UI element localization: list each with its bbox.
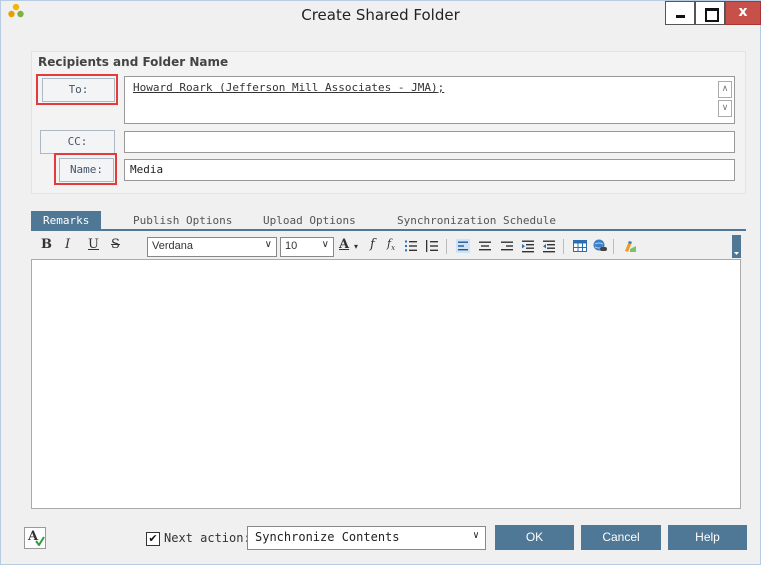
- tab-remarks[interactable]: Remarks: [31, 211, 102, 231]
- checkmark-icon: [35, 536, 45, 546]
- font-family-select[interactable]: Verdana ∨: [147, 237, 277, 257]
- to-recipient[interactable]: Howard Roark (Jefferson Mill Associates …: [133, 81, 444, 94]
- recipients-heading: Recipients and Folder Name: [38, 55, 229, 69]
- help-button[interactable]: Help: [668, 525, 747, 550]
- italic-icon[interactable]: I: [65, 237, 70, 252]
- next-action-select[interactable]: Synchronize Contents ∨: [247, 526, 486, 550]
- table-icon[interactable]: [573, 239, 587, 253]
- close-button[interactable]: x: [725, 1, 761, 25]
- maximize-button[interactable]: [695, 1, 725, 25]
- toolbar-separator: [446, 239, 447, 254]
- tab-bar: Remarks Publish Options Upload Options S…: [31, 211, 746, 231]
- cc-button[interactable]: CC:: [40, 130, 115, 154]
- to-highlight-box: [36, 74, 118, 105]
- indent-icon[interactable]: [521, 239, 535, 253]
- remarks-editor[interactable]: [31, 259, 741, 509]
- ok-button[interactable]: OK: [495, 525, 574, 550]
- window-title: Create Shared Folder: [301, 6, 460, 24]
- align-left-icon[interactable]: [456, 239, 470, 253]
- bold-icon[interactable]: B: [41, 237, 52, 252]
- outdent-icon[interactable]: [542, 239, 556, 253]
- next-action-value: Synchronize Contents: [255, 530, 400, 544]
- create-shared-folder-window: Create Shared Folder x Recipients and Fo…: [0, 0, 761, 565]
- align-right-icon[interactable]: [500, 239, 514, 253]
- minimize-button[interactable]: [665, 1, 695, 25]
- strikethrough-icon[interactable]: S: [111, 237, 120, 252]
- font-color-icon[interactable]: A: [339, 237, 349, 252]
- function-icon[interactable]: f: [370, 237, 375, 252]
- to-field[interactable]: Howard Roark (Jefferson Mill Associates …: [124, 76, 735, 124]
- chevron-down-icon: ∨: [264, 239, 272, 250]
- underline-icon[interactable]: U: [88, 237, 99, 252]
- tab-upload-options[interactable]: Upload Options: [263, 211, 356, 231]
- hyperlink-icon[interactable]: [593, 239, 607, 253]
- title-bar: Create Shared Folder x: [1, 1, 761, 39]
- scroll-up-icon[interactable]: ∧: [718, 81, 732, 98]
- chevron-down-icon: ∨: [321, 239, 329, 250]
- font-size-select[interactable]: 10 ∨: [280, 237, 334, 257]
- close-icon: x: [738, 4, 748, 20]
- cc-field[interactable]: [124, 131, 735, 153]
- numbered-list-icon[interactable]: [404, 239, 418, 253]
- formatting-toolbar: B I U S Verdana ∨ 10 ∨ A ▾ f fx: [31, 233, 746, 259]
- folder-name-field[interactable]: Media: [124, 159, 735, 181]
- next-action-label: Next action:: [164, 531, 251, 545]
- bullet-list-icon[interactable]: [425, 239, 439, 253]
- cancel-button[interactable]: Cancel: [581, 525, 661, 550]
- tab-synchronization-schedule[interactable]: Synchronization Schedule: [397, 211, 556, 231]
- toolbar-separator: [613, 239, 614, 254]
- highlight-icon[interactable]: [623, 239, 637, 253]
- next-action-checkbox[interactable]: ✔: [146, 532, 160, 546]
- scroll-down-icon[interactable]: ∨: [718, 100, 732, 117]
- spell-check-button[interactable]: A: [24, 527, 46, 549]
- font-size-value: 10: [285, 240, 298, 252]
- toolbar-separator: [563, 239, 564, 254]
- chevron-down-icon: ∨: [472, 530, 479, 541]
- font-color-dropdown-icon[interactable]: ▾: [354, 242, 358, 251]
- toolbar-overflow-icon[interactable]: [732, 235, 741, 258]
- name-highlight-box: [54, 153, 117, 185]
- tab-publish-options[interactable]: Publish Options: [133, 211, 232, 231]
- formula-icon[interactable]: fx: [387, 237, 395, 252]
- align-center-icon[interactable]: [478, 239, 492, 253]
- font-family-value: Verdana: [152, 240, 193, 252]
